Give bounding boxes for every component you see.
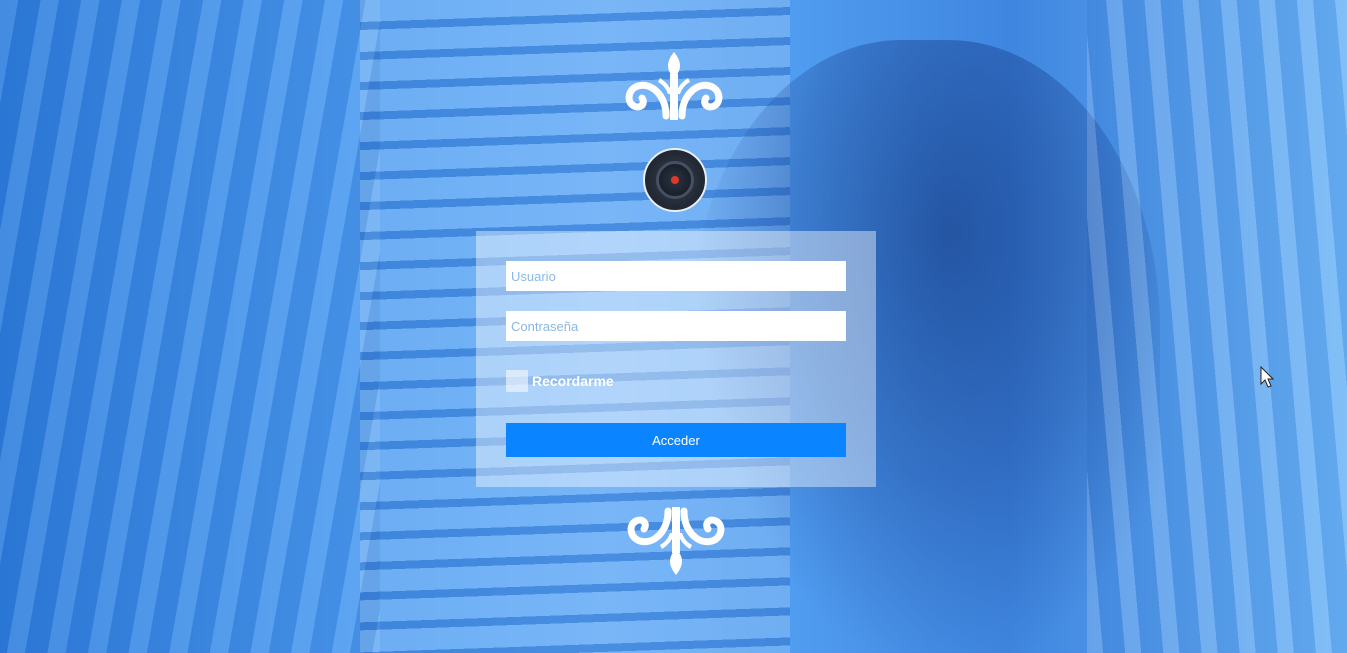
- remember-me-checkbox[interactable]: [506, 370, 528, 392]
- fleur-ornament-icon: [627, 507, 725, 575]
- fleur-ornament-icon: [625, 52, 723, 120]
- remember-me-label: Recordarme: [532, 373, 614, 389]
- password-input[interactable]: [506, 311, 846, 341]
- login-panel: Recordarme Acceder: [476, 231, 876, 487]
- login-button[interactable]: Acceder: [506, 423, 846, 457]
- lens-dot: [671, 176, 679, 184]
- username-input[interactable]: [506, 261, 846, 291]
- mouse-pointer-icon: [1260, 366, 1274, 388]
- camera-lens-icon: [643, 148, 707, 212]
- curtain-left: [0, 0, 380, 653]
- remember-me-row[interactable]: Recordarme: [506, 370, 614, 392]
- curtain-right: [1087, 0, 1347, 653]
